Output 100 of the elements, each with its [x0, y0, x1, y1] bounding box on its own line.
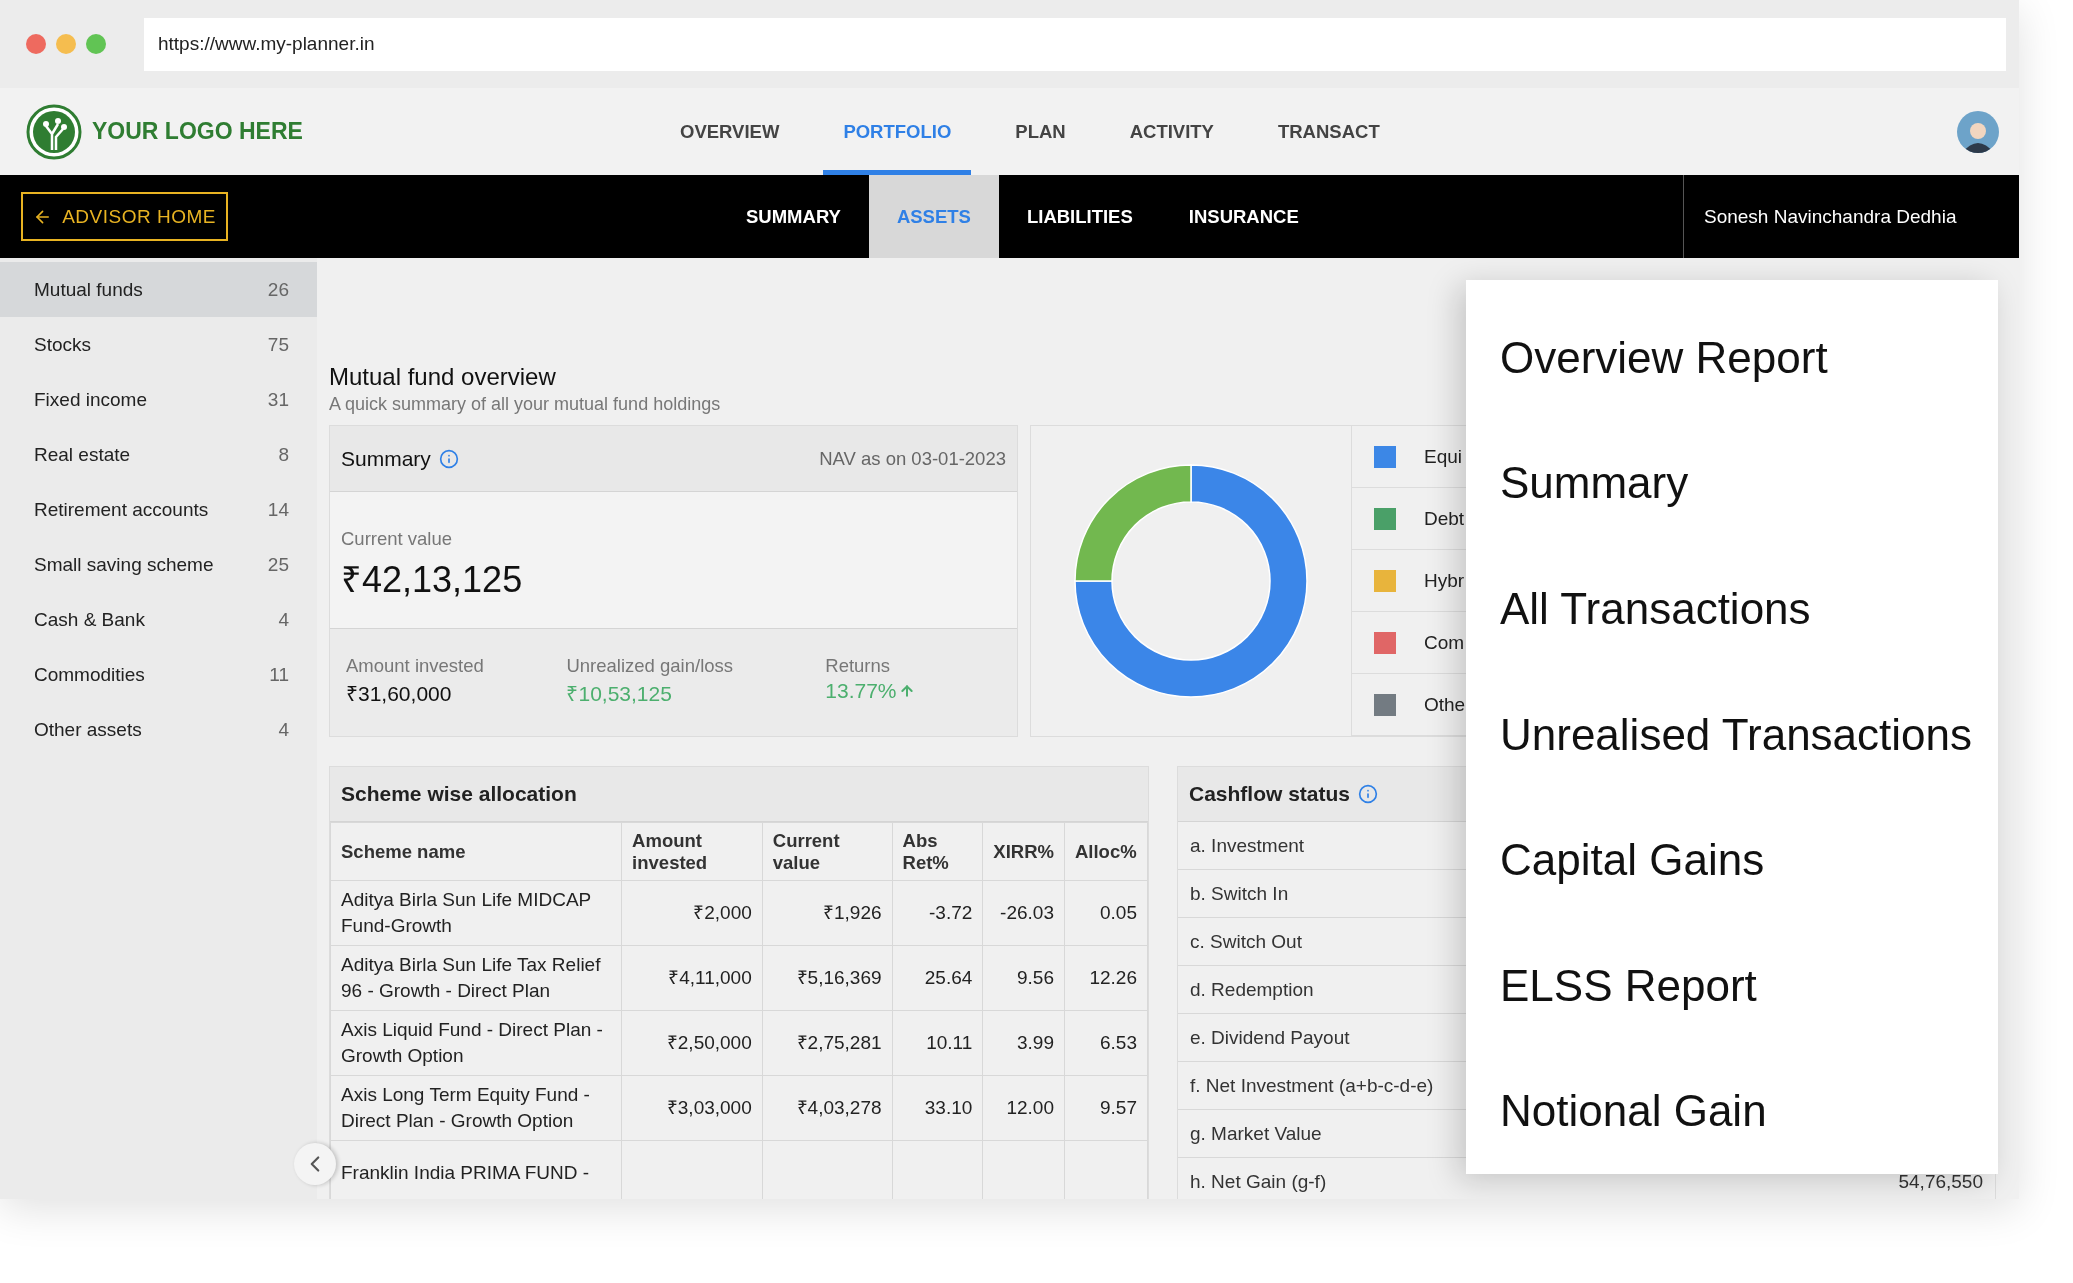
sidebar-item[interactable]: Commodities 11: [0, 647, 317, 702]
sidebar-item[interactable]: Stocks 75: [0, 317, 317, 372]
logo-text: YOUR LOGO HERE: [92, 118, 303, 145]
table-cell: 12.00: [982, 1075, 1065, 1141]
url-field[interactable]: https://www.my-planner.in: [144, 17, 2006, 71]
table-cell: Axis Long Term Equity Fund - Direct Plan - Growth Option: [330, 1075, 622, 1141]
column-header: XIRR%: [982, 822, 1065, 881]
sidebar-label: Other assets: [34, 718, 142, 741]
close-window-button[interactable]: [26, 34, 46, 54]
table-cell: Aditya Birla Sun Life MIDCAP Fund-Growth: [330, 880, 622, 946]
table-cell: 12.26: [1064, 945, 1148, 1011]
cashflow-label: g. Market Value: [1190, 1122, 1322, 1145]
legend-label: Othe: [1424, 693, 1466, 716]
sidebar-count: 31: [267, 388, 289, 411]
sidebar-label: Fixed income: [34, 388, 147, 411]
table-cell: ₹2,50,000: [621, 1010, 763, 1076]
cashflow-label: e. Dividend Payout: [1190, 1026, 1350, 1049]
menu-item[interactable]: ELSS Report: [1466, 922, 1998, 1049]
sidebar-label: Cash & Bank: [34, 608, 145, 631]
sidebar-count: 4: [278, 608, 289, 631]
table-cell: ₹5,16,369: [762, 945, 893, 1011]
sidebar-count: 26: [267, 278, 289, 301]
table-cell: ₹2,000: [621, 880, 763, 946]
table-cell: ₹2,75,281: [762, 1010, 893, 1076]
nav-tab[interactable]: PLAN: [995, 88, 1086, 175]
stat-value: ₹31,60,000: [346, 681, 452, 707]
sidebar-count: 11: [269, 663, 289, 686]
legend-label: Com: [1424, 631, 1465, 654]
legend-label: Debt: [1424, 507, 1465, 530]
section-tab[interactable]: SUMMARY: [718, 175, 869, 258]
sidebar-item[interactable]: Other assets 4: [0, 702, 317, 757]
user-name: Sonesh Navinchandra Dedhia: [1683, 175, 2019, 258]
table-cell: Axis Liquid Fund - Direct Plan - Growth Option: [330, 1010, 622, 1076]
nav-tab[interactable]: TRANSACT: [1257, 88, 1400, 175]
sidebar-count: 4: [278, 718, 289, 741]
stat-label: Returns: [825, 655, 892, 677]
menu-item[interactable]: All Transactions: [1466, 546, 1998, 672]
menu-item[interactable]: Unrealised Transactions: [1466, 671, 1998, 798]
current-value-label: Current value: [341, 528, 454, 550]
table-cell: 0.05: [1064, 880, 1148, 946]
menu-item[interactable]: Overview Report: [1466, 295, 1998, 421]
avatar-icon[interactable]: [1957, 110, 1999, 153]
table-cell: 9.56: [982, 945, 1065, 1011]
section-tab[interactable]: LIABILITIES: [998, 175, 1161, 258]
info-icon[interactable]: [438, 448, 459, 469]
sidebar-count: 25: [267, 553, 289, 576]
legend-label: Hybr: [1424, 569, 1465, 592]
stat-label: Unrealized gain/loss: [566, 655, 735, 677]
section-title: Mutual fund overview: [329, 363, 556, 391]
menu-item[interactable]: Summary: [1466, 420, 1998, 547]
table-cell: 9.57: [1064, 1075, 1148, 1141]
menu-item[interactable]: Capital Gains: [1466, 797, 1998, 923]
table-cell: ₹3,03,000: [621, 1075, 763, 1141]
sidebar-count: 8: [278, 443, 289, 466]
nav-date: NAV as on 03-01-2023: [819, 447, 1006, 470]
sidebar-item[interactable]: Real estate 8: [0, 427, 317, 482]
column-header: Alloc%: [1064, 822, 1148, 881]
sidebar-count: 14: [267, 498, 289, 521]
card-title: Summary: [341, 446, 431, 471]
sidebar-label: Commodities: [34, 663, 145, 686]
sidebar-label: Small saving scheme: [34, 553, 214, 576]
column-header: Abs Ret%: [892, 822, 983, 881]
sidebar-item[interactable]: Small saving scheme 25: [0, 537, 317, 592]
table-cell: -3.72: [892, 880, 983, 946]
table-cell: 6.53: [1064, 1010, 1148, 1076]
maximize-window-button[interactable]: [86, 34, 106, 54]
cashflow-label: a. Investment: [1190, 834, 1305, 857]
table-cell: ₹4,11,000: [621, 945, 763, 1011]
table-cell: ₹1,926: [762, 880, 893, 946]
table-cell: 25.64: [892, 945, 983, 1011]
nav-tab[interactable]: ACTIVITY: [1109, 88, 1234, 175]
sidebar-item[interactable]: Retirement accounts 14: [0, 482, 317, 537]
table-cell: 10.11: [892, 1010, 983, 1076]
table-title: Scheme wise allocation: [341, 782, 577, 806]
sidebar-label: Retirement accounts: [34, 498, 209, 521]
info-icon[interactable]: [1358, 784, 1379, 804]
sidebar-label: Stocks: [34, 333, 92, 356]
section-subtitle: A quick summary of all your mutual fund holdings: [329, 394, 721, 415]
stat-label: Amount invested: [346, 655, 485, 677]
sidebar-label: Mutual funds: [34, 278, 143, 301]
stat-value: 13.77%: [825, 679, 897, 703]
table-cell: 3.99: [982, 1010, 1065, 1076]
cashflow-label: d. Redemption: [1190, 978, 1314, 1001]
advisor-home-button[interactable]: ADVISOR HOME: [21, 192, 228, 241]
nav-tab[interactable]: OVERVIEW: [660, 88, 800, 175]
table-cell: Aditya Birla Sun Life Tax Relief 96 - Growth - Direct Plan: [330, 945, 622, 1011]
stat-value: ₹10,53,125: [566, 681, 672, 707]
sidebar-item[interactable]: Cash & Bank 4: [0, 592, 317, 647]
sidebar-item[interactable]: Mutual funds 26: [0, 262, 317, 317]
cashflow-label: f. Net Investment (a+b-c-d-e): [1190, 1074, 1434, 1097]
current-value: ₹42,13,125: [341, 558, 524, 602]
column-header: Scheme name: [330, 822, 622, 881]
legend-label: Equi: [1424, 445, 1463, 468]
column-header: Amount invested: [621, 822, 763, 881]
table-cell: ₹4,03,278: [762, 1075, 893, 1141]
sidebar-item[interactable]: Fixed income 31: [0, 372, 317, 427]
cashflow-label: b. Switch In: [1190, 882, 1289, 905]
sidebar-count: 75: [267, 333, 289, 356]
cashflow-title: Cashflow status: [1189, 782, 1351, 806]
section-tab[interactable]: INSURANCE: [1160, 175, 1327, 258]
